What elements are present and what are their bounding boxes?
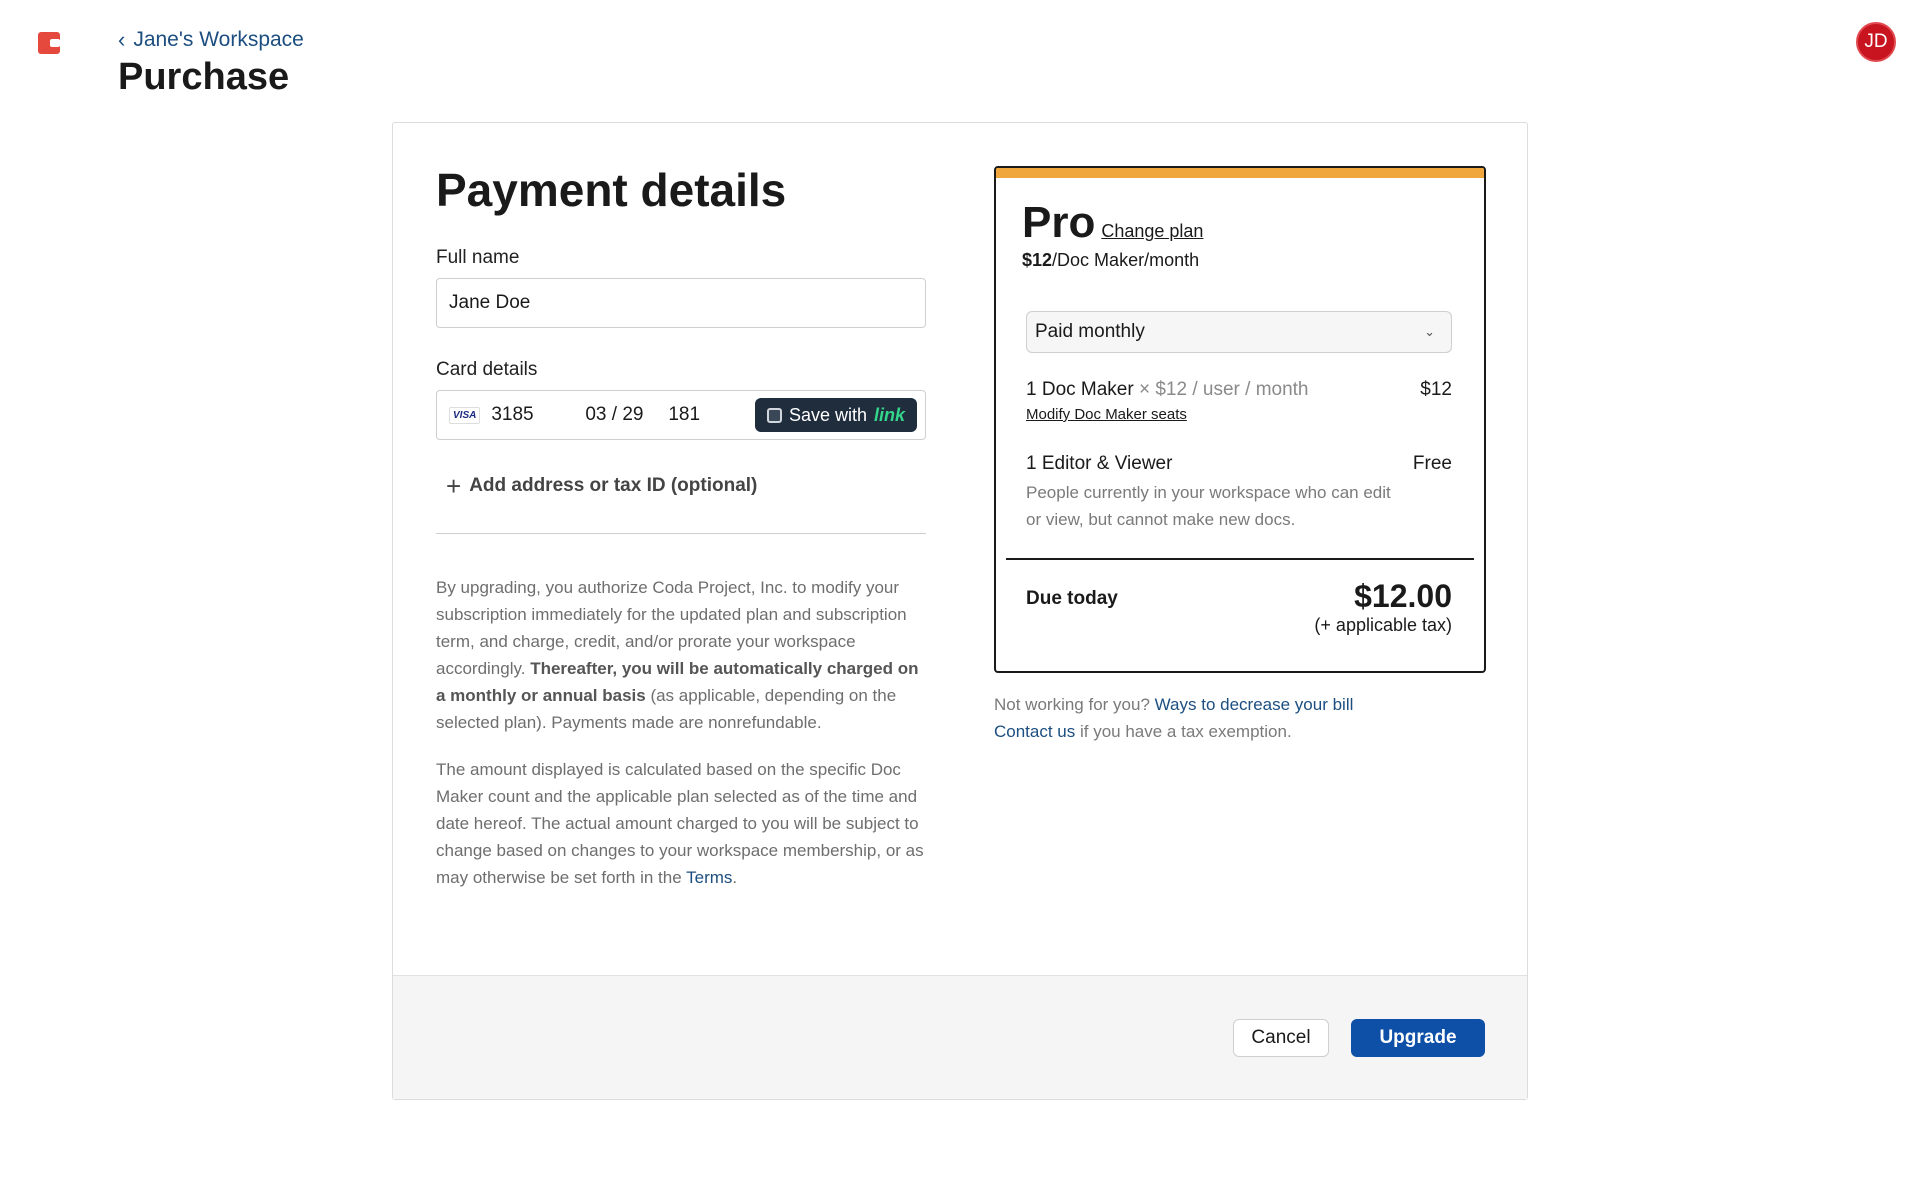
decrease-bill-link[interactable]: Ways to decrease your bill (1155, 695, 1354, 714)
editor-viewer-line: 1 Editor & Viewer Free (1026, 453, 1452, 475)
due-today-label: Due today (1026, 588, 1118, 609)
save-with-link-checkbox[interactable] (766, 407, 782, 423)
plan-price: $12/Doc Maker/month (996, 250, 1484, 271)
card-number-field[interactable]: 3185 (491, 404, 585, 426)
coda-logo-icon[interactable] (38, 32, 60, 54)
payment-heading: Payment details (436, 164, 787, 216)
add-address-label: Add address or tax ID (optional) (469, 475, 758, 496)
doc-maker-amount: $12 (1420, 379, 1452, 400)
plan-summary: Pro Change plan $12/Doc Maker/month Paid… (994, 166, 1486, 673)
link-logo-icon: link (873, 404, 905, 425)
card-details-label: Card details (436, 359, 538, 380)
help-question: Not working for you? (994, 695, 1155, 714)
upgrade-button[interactable]: Upgrade (1351, 1019, 1485, 1057)
legal-amount-text: The amount displayed is calculated based… (436, 756, 926, 891)
chevron-left-icon: ‹ (118, 27, 126, 52)
cancel-button[interactable]: Cancel (1233, 1019, 1329, 1057)
card-expiry-field[interactable]: 03 / 29 (585, 404, 668, 426)
due-today-tax-note: (+ applicable tax) (1314, 615, 1452, 635)
terms-link[interactable]: Terms (686, 868, 732, 887)
plan-price-unit: /Doc Maker/month (1052, 250, 1200, 270)
full-name-input[interactable]: Jane Doe (436, 278, 926, 328)
due-today-total: $12.00 (+ applicable tax) (1314, 578, 1452, 636)
divider (436, 533, 926, 534)
plan-divider (1006, 558, 1474, 560)
user-avatar[interactable]: JD (1856, 22, 1896, 62)
plan-price-amount: $12 (1022, 250, 1053, 270)
add-address-button[interactable]: + Add address or tax ID (optional) (446, 473, 926, 499)
billing-period-select[interactable]: Paid monthly ⌄ (1026, 311, 1452, 353)
doc-maker-rate: × $12 / user / month (1133, 379, 1309, 400)
card-details-input[interactable]: VISA 3185 03 / 29 181 Save with link (436, 390, 926, 440)
legal-authorization-text: By upgrading, you authorize Coda Project… (436, 574, 926, 736)
billing-period-value: Paid monthly (1035, 321, 1145, 342)
full-name-value: Jane Doe (449, 292, 531, 313)
back-link-label: Jane's Workspace (133, 28, 304, 51)
back-to-workspace-link[interactable]: ‹ Jane's Workspace (118, 28, 304, 52)
change-plan-link[interactable]: Change plan (1101, 221, 1203, 242)
plan-accent-bar (996, 168, 1484, 178)
card-cvc-field[interactable]: 181 (668, 404, 755, 426)
save-with-label: Save with (788, 404, 867, 425)
chevron-down-icon: ⌄ (1424, 324, 1435, 339)
plan-name: Pro (1022, 198, 1096, 247)
editor-viewer-description: People currently in your workspace who c… (1026, 483, 1391, 529)
due-today-row: Due today $12.00 (+ applicable tax) (1026, 578, 1452, 636)
legal2-end: . (732, 868, 738, 887)
modify-seats-link[interactable]: Modify Doc Maker seats (1026, 406, 1484, 423)
plus-icon: + (446, 471, 462, 501)
card-footer: Cancel Upgrade (393, 975, 1527, 1099)
visa-icon: VISA (449, 406, 481, 424)
full-name-label: Full name (436, 247, 520, 268)
plan-header: Pro Change plan (996, 178, 1484, 248)
page-title: Purchase (118, 56, 290, 98)
contact-us-link[interactable]: Contact us (994, 722, 1075, 741)
doc-maker-qty: 1 Doc Maker (1026, 379, 1134, 400)
payment-details-section: Payment details Full name Jane Doe Card … (436, 163, 926, 891)
editor-viewer-label: 1 Editor & Viewer (1026, 453, 1173, 474)
save-with-link-button[interactable]: Save with link (754, 398, 917, 432)
editor-viewer-amount: Free (1412, 453, 1452, 474)
doc-maker-line: 1 Doc Maker × $12 / user / month $12 (1026, 379, 1452, 401)
contact-rest: if you have a tax exemption. (1075, 722, 1292, 741)
due-today-amount: $12.00 (1354, 578, 1452, 614)
legal2-text: The amount displayed is calculated based… (436, 760, 924, 887)
help-text: Not working for you? Ways to decrease yo… (994, 691, 1474, 745)
purchase-card: Payment details Full name Jane Doe Card … (392, 122, 1528, 1100)
